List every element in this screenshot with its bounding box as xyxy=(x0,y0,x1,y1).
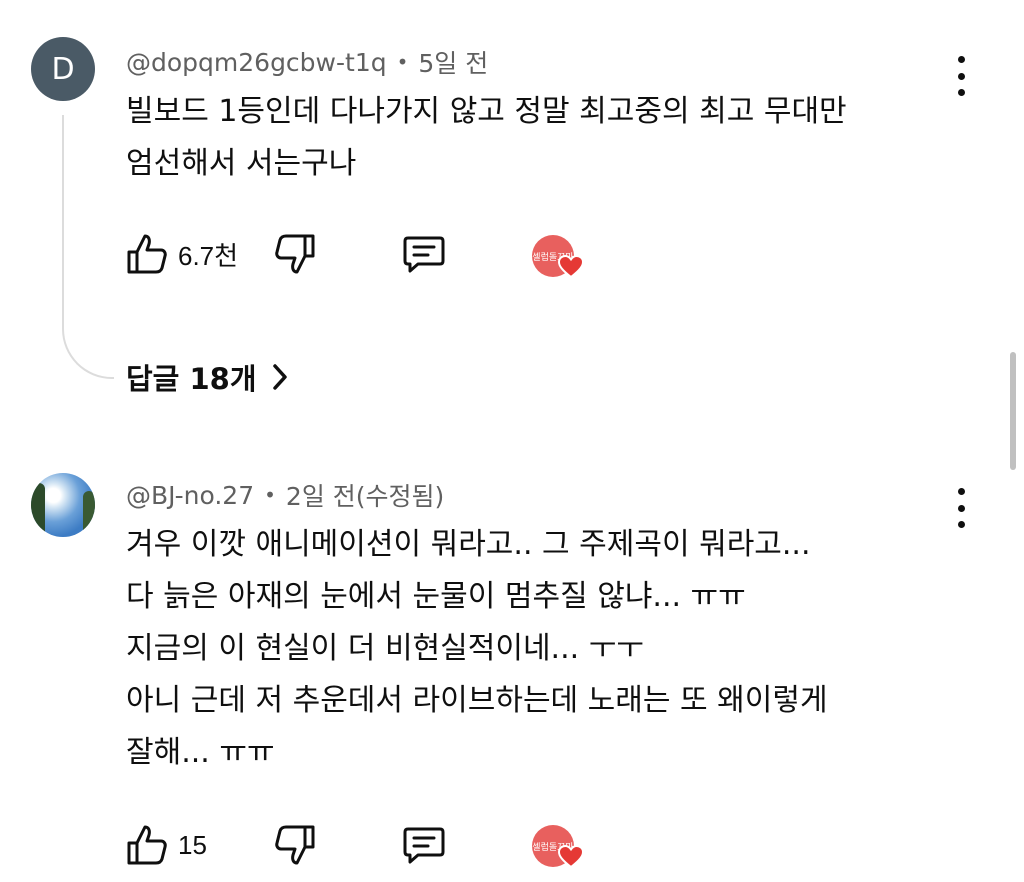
like-count: 6.7천 xyxy=(178,240,239,271)
comment-meta: @BJ-no.27 • 2일 전(수정됨) xyxy=(126,477,444,513)
dislike-button[interactable] xyxy=(274,232,316,276)
comment-time[interactable]: 5일 전 xyxy=(418,44,488,80)
comment-text: 빌보드 1등인데 다나가지 않고 정말 최고중의 최고 무대만 엄선해서 서는구… xyxy=(126,86,966,190)
like-count: 15 xyxy=(178,829,207,860)
comment-time[interactable]: 2일 전(수정됨) xyxy=(286,477,444,513)
creator-heart-badge: 셀럽돌꼬마 xyxy=(532,825,584,877)
comment-actions: 6.7천 셀럽돌꼬마 xyxy=(126,232,626,279)
comment-author[interactable]: @dopqm26gcbw-t1q xyxy=(126,48,387,77)
comment-line: 지금의 이 현실이 더 비현실적이네... ㅜㅜ xyxy=(126,631,644,666)
meta-separator: • xyxy=(264,483,276,507)
comment-line: 아니 근데 저 추운데서 라이브하는데 노래는 또 왜이렇게 xyxy=(126,683,828,718)
avatar[interactable]: D xyxy=(31,37,95,101)
thread-connector-line xyxy=(62,115,114,379)
comment-text: 겨우 이깟 애니메이션이 뭐라고.. 그 주제곡이 뭐라고... 다 늙은 아재… xyxy=(126,519,966,779)
reply-icon xyxy=(403,236,445,273)
avatar[interactable] xyxy=(31,473,95,537)
chevron-right-icon xyxy=(272,364,287,390)
replies-label: 답글 18개 xyxy=(126,362,257,396)
comment-meta: @dopqm26gcbw-t1q • 5일 전 xyxy=(126,44,488,80)
avatar-letter: D xyxy=(51,51,75,87)
view-replies-button[interactable]: 답글 18개 xyxy=(126,356,289,398)
comment-line: 겨우 이깟 애니메이션이 뭐라고.. 그 주제곡이 뭐라고... xyxy=(126,527,811,562)
creator-heart-badge: 셀럽돌꼬마 xyxy=(532,235,584,287)
meta-separator: • xyxy=(396,50,409,74)
like-button[interactable]: 6.7천 xyxy=(126,232,238,276)
comment-line: 빌보드 1등인데 다나가지 않고 정말 최고중의 최고 무대만 xyxy=(126,94,847,129)
comment-actions: 15 셀럽돌꼬마 xyxy=(126,823,626,869)
heart-icon xyxy=(558,255,584,279)
comment-line: 잘해... ㅠㅠ xyxy=(126,735,275,770)
avatar-photo-tree xyxy=(31,483,45,537)
like-icon xyxy=(127,234,167,274)
reply-button[interactable] xyxy=(402,232,446,276)
comment-author[interactable]: @BJ-no.27 xyxy=(126,481,254,510)
scrollbar[interactable] xyxy=(1010,352,1016,470)
dislike-icon xyxy=(275,825,315,865)
like-button[interactable]: 15 xyxy=(126,823,207,867)
dislike-icon xyxy=(275,234,315,274)
reply-button[interactable] xyxy=(402,823,446,867)
dislike-button[interactable] xyxy=(274,823,316,867)
like-icon xyxy=(127,825,167,865)
reply-icon xyxy=(403,827,445,864)
comment-line: 엄선해서 서는구나 xyxy=(126,146,357,181)
avatar-photo-tree xyxy=(83,491,95,537)
comment-line: 다 늙은 아재의 눈에서 눈물이 멈추질 않냐... ㅠㅠ xyxy=(126,579,746,614)
heart-icon xyxy=(558,845,584,869)
